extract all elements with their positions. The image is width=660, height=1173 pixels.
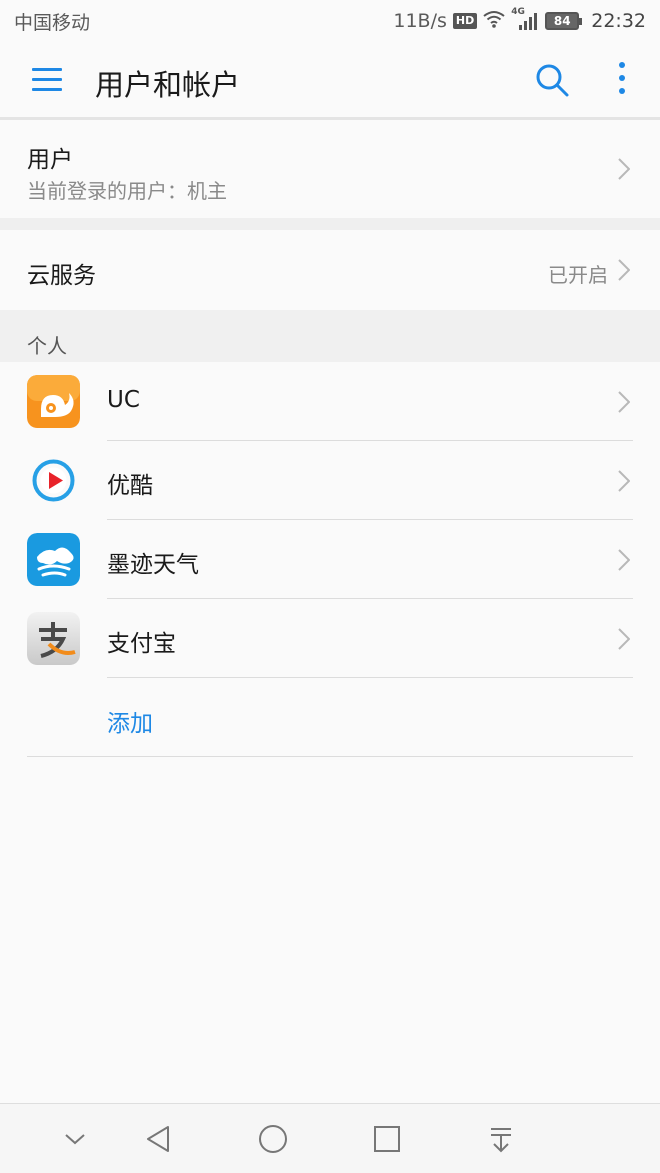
page-title: 用户和帐户 [95,68,241,102]
alipay-icon [27,612,80,665]
clock: 22:32 [591,10,646,32]
home-icon[interactable] [256,1122,290,1156]
status-indicators: 11B/s HD 4G 84 22:32 [393,7,646,33]
notification-pulldown-icon[interactable] [484,1122,518,1156]
cloud-service-status: 已开启 [548,263,608,287]
account-label: UC [107,387,140,413]
chevron-right-icon [618,470,630,492]
chevron-right-icon [618,549,630,571]
network-speed: 11B/s [393,10,447,32]
cloud-service-row[interactable]: 云服务 已开启 [0,230,660,310]
user-row[interactable]: 用户 当前登录的用户：机主 [0,120,660,218]
uc-browser-icon [27,375,80,428]
recent-apps-icon[interactable] [370,1122,404,1156]
user-title: 用户 [27,147,73,173]
signal-icon: 4G [511,7,539,31]
youku-icon [27,454,80,507]
back-icon[interactable] [142,1122,176,1156]
account-label: 优酷 [107,473,153,499]
menu-icon[interactable] [32,68,62,92]
section-header-label: 个人 [27,334,67,358]
navigation-bar [0,1103,660,1173]
cloud-service-title: 云服务 [27,263,96,289]
account-row-uc[interactable]: UC [0,362,660,441]
more-options-icon[interactable] [612,62,632,98]
account-row-moji-weather[interactable]: 墨迹天气 [0,520,660,599]
battery-icon: 84 [545,12,583,30]
app-bar: 用户和帐户 [0,42,660,118]
add-account-row[interactable]: 添加 [0,677,660,757]
account-label: 支付宝 [107,631,176,657]
current-user-subtitle: 当前登录的用户：机主 [27,179,227,203]
wifi-icon [483,10,505,33]
account-row-youku[interactable]: 优酷 [0,441,660,520]
chevron-right-icon [618,628,630,650]
add-account-button[interactable]: 添加 [107,704,153,738]
row-divider [27,756,633,757]
account-label: 墨迹天气 [107,552,199,578]
chevron-right-icon [618,391,630,413]
chevron-right-icon [618,158,630,180]
carrier-label: 中国移动 [14,11,91,34]
account-row-alipay[interactable]: 支付宝 [0,599,660,678]
personal-section-header: 个人 [0,310,660,362]
screen: 中国移动 11B/s HD 4G 84 22:32 用户和帐户 用户 当前登录的… [0,0,660,1173]
chevron-right-icon [618,259,630,281]
moji-weather-icon [27,533,80,586]
status-bar: 中国移动 11B/s HD 4G 84 22:32 [0,0,660,42]
search-icon[interactable] [534,62,570,98]
hide-nav-icon[interactable] [58,1122,92,1156]
section-spacer [0,218,660,230]
hd-badge: HD [452,13,478,29]
